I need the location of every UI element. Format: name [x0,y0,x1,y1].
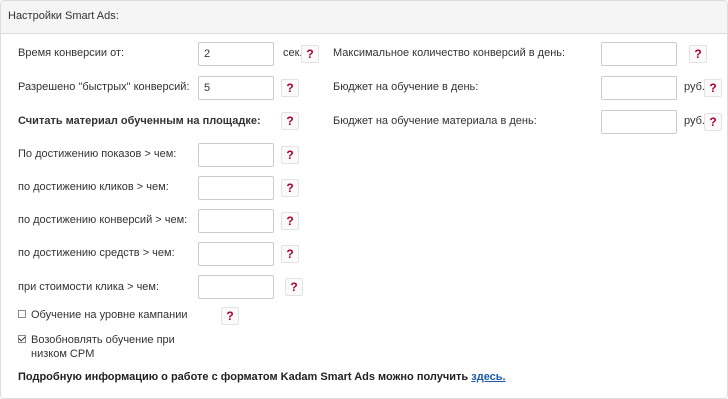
by-click-cost-help-icon[interactable]: ? [285,278,303,296]
by-funds-help-icon[interactable]: ? [281,245,299,263]
conversion-time-unit: сек. [283,47,303,59]
by-impressions-label: По достижению показов > чем: [18,148,177,160]
campaign-learning-label: Обучение на уровне кампании [31,309,188,321]
conversion-time-help-icon[interactable]: ? [301,45,319,63]
conversion-time-input[interactable] [198,42,274,66]
learning-budget-input[interactable] [601,76,677,100]
resume-low-cpm-label-line2: низком CPM [31,348,95,360]
fast-conversions-input[interactable] [198,76,274,100]
by-funds-input[interactable] [198,242,274,266]
learned-material-help-icon[interactable]: ? [281,112,299,130]
material-budget-label: Бюджет на обучение материала в день: [333,115,537,127]
by-impressions-input[interactable] [198,143,274,167]
by-conversions-help-icon[interactable]: ? [281,212,299,230]
learned-material-heading: Считать материал обученным на площадке: [18,115,261,127]
by-click-cost-input[interactable] [198,275,274,299]
campaign-learning-checkbox[interactable] [18,310,26,318]
max-conversions-help-icon[interactable]: ? [689,45,707,63]
fast-conversions-label: Разрешено "быстрых" конверсий: [18,81,190,93]
footer-info-text: Подробную информацию о работе с форматом… [18,371,469,383]
smart-ads-settings-panel: Настройки Smart Ads: Время конверсии от:… [0,0,728,399]
by-conversions-label: по достижению конверсий > чем: [18,214,188,226]
learning-budget-unit: руб. [684,81,705,93]
resume-low-cpm-checkbox[interactable] [18,335,26,343]
by-clicks-input[interactable] [198,176,274,200]
material-budget-input[interactable] [601,110,677,134]
by-conversions-input[interactable] [198,209,274,233]
by-funds-label: по достижению средств > чем: [18,247,175,259]
material-budget-unit: руб. [684,115,705,127]
by-clicks-label: по достижению кликов > чем: [18,181,169,193]
max-conversions-label: Максимальное количество конверсий в день… [333,47,566,59]
by-impressions-help-icon[interactable]: ? [281,146,299,164]
by-clicks-help-icon[interactable]: ? [281,179,299,197]
learning-budget-help-icon[interactable]: ? [704,79,722,97]
by-click-cost-label: при стоимости клика > чем: [18,281,160,293]
panel-heading: Настройки Smart Ads: [1,1,727,34]
conversion-time-label: Время конверсии от: [18,47,125,59]
fast-conversions-help-icon[interactable]: ? [281,79,299,97]
learning-budget-label: Бюджет на обучение в день: [333,81,479,93]
max-conversions-input[interactable] [601,42,677,66]
campaign-learning-help-icon[interactable]: ? [221,307,239,325]
resume-low-cpm-label-line1: Возобновлять обучение при [31,334,175,346]
panel-title: Настройки Smart Ads: [8,10,119,22]
material-budget-help-icon[interactable]: ? [704,113,722,131]
footer-info-link[interactable]: здесь. [471,371,505,383]
footer-info: Подробную информацию о работе с форматом… [18,371,506,383]
